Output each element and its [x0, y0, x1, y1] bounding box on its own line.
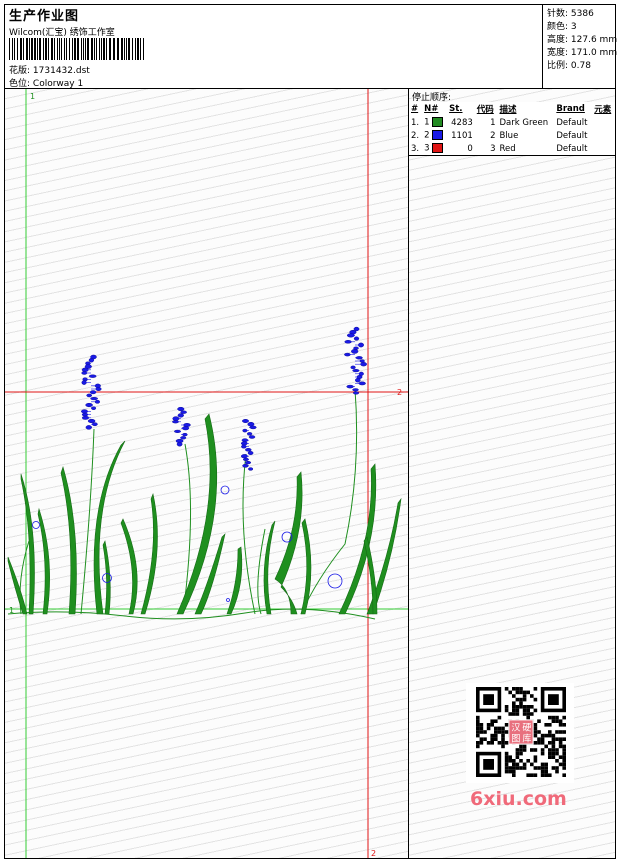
col-index: # [411, 104, 419, 114]
row-code: 3 [490, 143, 496, 154]
ground-stitch-line [7, 608, 376, 620]
stat-width: 宽度: 171.0 mm [547, 45, 617, 58]
color-swatch [432, 143, 444, 154]
blue-flower-clusters [81, 326, 367, 471]
row-index: 1. [411, 117, 420, 128]
stat-label: 高度: [547, 35, 569, 45]
svg-text:汉: 汉 [511, 722, 520, 733]
colorway-line: 色位: Colorway 1 [9, 76, 83, 89]
color-swatch [432, 130, 444, 141]
col-code: 代码 [476, 105, 494, 115]
row-description: Red [499, 143, 516, 154]
page-title: 生产作业图 [9, 9, 80, 24]
guide-label-v2: 2 [371, 849, 376, 858]
file-label: 花版: [9, 66, 31, 76]
row-number: 2 [422, 129, 447, 142]
header-info: 生产作业图 Wilcom(汇宝) 绣饰工作室 花版: 1731432.dst 色… [5, 5, 543, 89]
row-number-text: 2 [424, 130, 430, 141]
row-stitches: 1101 [451, 130, 473, 141]
stat-label: 宽度: [547, 48, 569, 58]
row-description: Dark Green [499, 117, 549, 128]
stat-stitches: 针数: 5386 [547, 6, 594, 19]
qr-code-graphic: 汉硬图库 [476, 687, 566, 777]
stat-height: 高度: 127.6 mm [547, 32, 617, 45]
stat-value: 3 [570, 22, 577, 32]
row-code: 1 [490, 117, 496, 128]
stats-box: 针数: 5386 颜色: 3 高度: 127.6 mm 宽度: 171.0 mm… [543, 5, 617, 89]
guide-label-v1: 1 [30, 92, 35, 101]
design-preview: 1 1 2 2 [5, 89, 409, 858]
col-number: N# [424, 104, 439, 114]
barcode [9, 38, 144, 60]
stat-value: 5386 [570, 9, 594, 19]
colorway-label: 色位: [9, 79, 31, 89]
table-row: 3. 3 0 3 Red Default [409, 142, 615, 156]
svg-text:硬: 硬 [522, 722, 531, 733]
company-name: Wilcom(汇宝) 绣饰工作室 [9, 28, 115, 38]
row-element [592, 129, 615, 142]
svg-text:库: 库 [522, 732, 531, 744]
row-description: Blue [499, 130, 519, 141]
guide-label-h2: 2 [397, 388, 402, 397]
stat-value: 0.78 [570, 61, 591, 71]
watermark-text: 6xiu.com [470, 788, 567, 810]
grass-blades [7, 413, 402, 615]
row-index: 3. [411, 143, 420, 154]
row-index: 2. [411, 130, 420, 141]
table-row: 1. 1 4283 1 Dark Green Default [409, 116, 615, 129]
row-element [592, 142, 615, 156]
stat-colors: 颜色: 3 [547, 19, 577, 32]
col-brand: Brand [556, 104, 585, 114]
svg-text:图: 图 [511, 733, 520, 744]
color-table-header: # N# St. 代码 描述 Brand 元素 [409, 102, 615, 116]
qr-code: 汉硬图库 [466, 683, 574, 783]
col-description: 描述 [499, 105, 517, 115]
row-number-text: 3 [424, 143, 430, 154]
row-code: 2 [490, 130, 496, 141]
embroidery-drawing: 1 1 2 2 [5, 89, 408, 858]
stat-label: 针数: [547, 9, 569, 19]
file-name: 1731432.dst [32, 66, 90, 76]
file-line: 花版: 1731432.dst [9, 63, 90, 76]
row-number-text: 1 [424, 117, 430, 128]
color-table: # N# St. 代码 描述 Brand 元素 1. 1 4283 1 Dark… [409, 102, 615, 156]
col-stitches: St. [449, 104, 463, 114]
row-stitches: 4283 [451, 117, 473, 128]
row-stitches: 0 [467, 143, 473, 154]
stat-value: 171.0 mm [570, 48, 618, 58]
row-brand: Default [556, 143, 588, 154]
stat-label: 颜色: [547, 22, 569, 32]
stat-label: 比例: [547, 61, 569, 71]
col-element: 元素 [594, 105, 612, 115]
colorway-name: Colorway 1 [32, 79, 84, 89]
table-row: 2. 2 1101 2 Blue Default [409, 129, 615, 142]
stat-scale: 比例: 0.78 [547, 58, 591, 71]
row-number: 1 [422, 116, 447, 129]
stat-value: 127.6 mm [570, 35, 618, 45]
row-element [592, 116, 615, 129]
row-brand: Default [556, 130, 588, 141]
row-brand: Default [556, 117, 588, 128]
row-number: 3 [422, 142, 447, 156]
color-swatch [432, 117, 444, 128]
